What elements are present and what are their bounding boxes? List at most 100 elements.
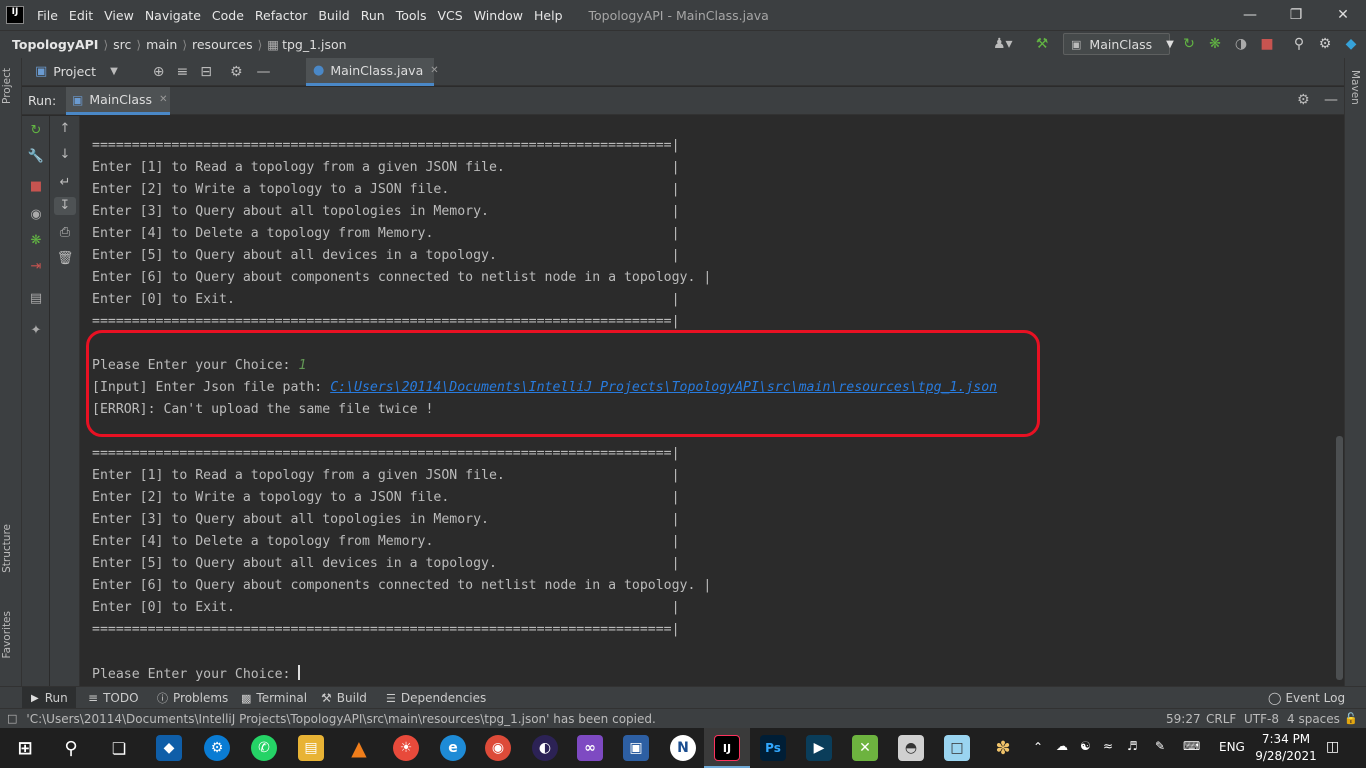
scrollbar-thumb[interactable]: [1336, 436, 1343, 680]
app-icon[interactable]: ✕: [852, 735, 878, 761]
tool-window-run[interactable]: ▶ Run: [22, 687, 76, 709]
wrench-icon[interactable]: 🔧: [27, 148, 45, 166]
layout-icon[interactable]: ▤: [27, 290, 45, 308]
wifi-icon[interactable]: ≈: [1103, 739, 1113, 753]
arrow-up-icon[interactable]: ↑: [56, 120, 74, 138]
menu-edit[interactable]: Edit: [69, 8, 93, 23]
store-icon[interactable]: ◆: [156, 735, 182, 761]
structure-side-tab[interactable]: Structure: [1, 524, 13, 573]
volume-icon[interactable]: ♬: [1127, 739, 1138, 753]
close-window-icon[interactable]: ✕: [1333, 5, 1353, 25]
whatsapp-icon[interactable]: ✆: [251, 735, 277, 761]
minimize-icon[interactable]: —: [1240, 5, 1260, 25]
soft-wrap-icon[interactable]: ↵: [56, 174, 74, 192]
maven-side-tab[interactable]: Maven: [1349, 70, 1361, 105]
breadcrumb-main[interactable]: main: [146, 37, 177, 52]
stop-icon[interactable]: ■: [1258, 35, 1276, 53]
breadcrumb-resources[interactable]: resources: [192, 37, 253, 52]
menu-navigate[interactable]: Navigate: [145, 8, 201, 23]
debug-icon[interactable]: ❋: [27, 232, 45, 250]
collapse-all-icon[interactable]: ⊟: [200, 64, 212, 80]
tool-window-problems[interactable]: ⓘ Problems: [157, 687, 228, 709]
menu-view[interactable]: View: [104, 8, 134, 23]
cloud-icon[interactable]: ☁: [1056, 739, 1068, 753]
breadcrumb-file[interactable]: tpg_1.json: [282, 37, 347, 52]
gear-icon[interactable]: ⚙: [230, 64, 243, 80]
tool-window-dependencies[interactable]: ☰ Dependencies: [386, 687, 486, 709]
camera-icon[interactable]: ◉: [27, 206, 45, 224]
eclipse-icon[interactable]: ◐: [532, 735, 558, 761]
vlc-icon[interactable]: ▲: [346, 735, 372, 761]
line-separator[interactable]: CRLF: [1206, 712, 1236, 726]
locate-icon[interactable]: ⊕: [153, 64, 165, 80]
close-tab-icon[interactable]: ✕: [430, 65, 438, 76]
restore-icon[interactable]: ❐: [1286, 5, 1306, 25]
paint-icon[interactable]: ✽: [990, 735, 1016, 761]
breadcrumb-src[interactable]: src: [113, 37, 131, 52]
gear-icon[interactable]: ⚙: [1316, 35, 1334, 53]
project-side-tab[interactable]: Project: [1, 68, 13, 104]
toolbox-icon[interactable]: ◆: [1342, 35, 1360, 53]
hide-panel-icon[interactable]: —: [1324, 92, 1338, 108]
run-config-dropdown[interactable]: ▣ MainClass ▼: [1063, 33, 1174, 55]
scroll-to-end-icon[interactable]: ↧: [54, 197, 76, 215]
breadcrumb-project[interactable]: TopologyAPI: [12, 37, 98, 52]
search-icon[interactable]: ⚲: [58, 735, 84, 761]
pin-icon[interactable]: ✦: [27, 322, 45, 340]
task-view-icon[interactable]: ❏: [106, 735, 132, 761]
notifications-icon[interactable]: ◫: [1326, 739, 1339, 755]
lock-icon[interactable]: 🔓: [1344, 712, 1358, 725]
menu-file[interactable]: File: [37, 8, 58, 23]
indent-setting[interactable]: 4 spaces: [1287, 712, 1340, 726]
tool-window-event-log[interactable]: ◯ Event Log: [1268, 687, 1345, 709]
intellij-logo-icon[interactable]: IJ: [6, 6, 24, 24]
database-icon[interactable]: ◓: [898, 735, 924, 761]
file-explorer-icon[interactable]: ▤: [298, 735, 324, 761]
gear-icon[interactable]: ⚙: [1297, 92, 1310, 108]
print-icon[interactable]: ⎙: [56, 224, 74, 242]
network-icon[interactable]: ☯: [1080, 739, 1091, 753]
app-icon[interactable]: ▶: [806, 735, 832, 761]
windows-start-icon[interactable]: ⊞: [12, 735, 38, 761]
expand-all-icon[interactable]: ≡: [177, 64, 189, 80]
favorites-side-tab[interactable]: Favorites: [1, 611, 13, 658]
clock-time[interactable]: 7:34 PM: [1260, 732, 1312, 746]
intellij-taskbar-icon[interactable]: IJ: [714, 735, 740, 761]
chrome-icon[interactable]: ◉: [485, 735, 511, 761]
pen-icon[interactable]: ✎: [1155, 739, 1165, 753]
exit-icon[interactable]: ⇥: [27, 258, 45, 276]
user-icon[interactable]: ♟▾: [993, 35, 1013, 53]
menu-code[interactable]: Code: [212, 8, 244, 23]
app-icon[interactable]: □: [944, 735, 970, 761]
close-tab-icon[interactable]: ✕: [159, 94, 167, 105]
debug-icon[interactable]: ❋: [1206, 35, 1224, 53]
hide-panel-icon[interactable]: —: [257, 64, 271, 80]
rerun-icon[interactable]: ↻: [1180, 35, 1198, 53]
settings-app-icon[interactable]: ⚙: [204, 735, 230, 761]
menu-tools[interactable]: Tools: [396, 8, 427, 23]
rerun-icon[interactable]: ↻: [27, 122, 45, 140]
menu-build[interactable]: Build: [318, 8, 349, 23]
visual-studio-icon[interactable]: ∞: [577, 735, 603, 761]
edge-icon[interactable]: e: [440, 735, 466, 761]
tab-mainclass-java[interactable]: ● MainClass.java ✕: [306, 58, 439, 86]
app-icon[interactable]: ▣: [623, 735, 649, 761]
app-icon[interactable]: N: [670, 735, 696, 761]
file-encoding[interactable]: UTF-8: [1244, 712, 1279, 726]
menu-vcs[interactable]: VCS: [438, 8, 463, 23]
photoshop-icon[interactable]: Ps: [760, 735, 786, 761]
toggle-tool-windows-icon[interactable]: □: [7, 712, 17, 725]
stop-icon[interactable]: ■: [27, 178, 45, 196]
tray-chevron-up-icon[interactable]: ⌃: [1033, 740, 1043, 754]
tool-window-terminal[interactable]: ▩ Terminal: [241, 687, 307, 709]
keyboard-icon[interactable]: ⌨: [1183, 739, 1200, 753]
menu-run[interactable]: Run: [361, 8, 385, 23]
menu-window[interactable]: Window: [474, 8, 523, 23]
arrow-down-icon[interactable]: ↓: [56, 146, 74, 164]
menu-help[interactable]: Help: [534, 8, 563, 23]
input-language[interactable]: ENG: [1219, 740, 1245, 754]
clock-date[interactable]: 9/28/2021: [1254, 749, 1318, 763]
search-icon[interactable]: ⚲: [1290, 35, 1308, 53]
trash-icon[interactable]: 🗑: [56, 250, 74, 268]
menu-refactor[interactable]: Refactor: [255, 8, 307, 23]
